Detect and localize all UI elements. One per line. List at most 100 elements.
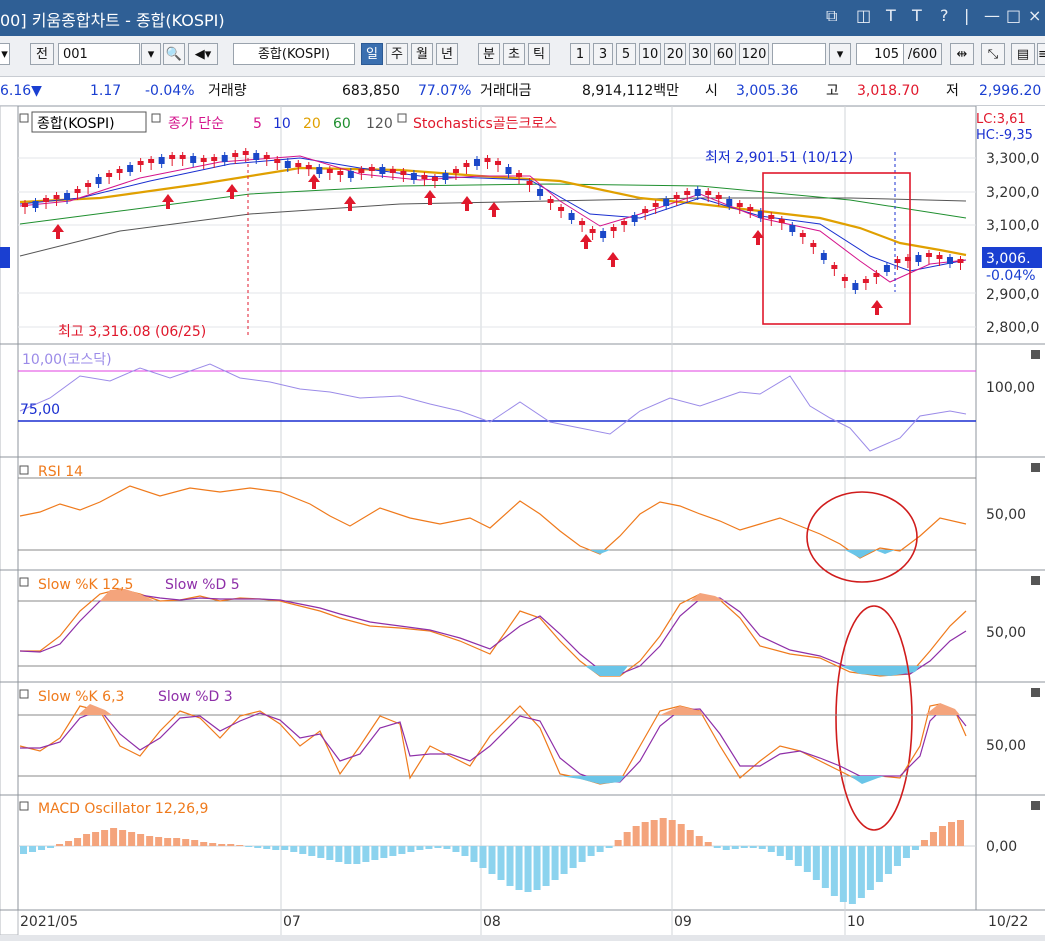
candle-body xyxy=(158,157,165,164)
candle-body xyxy=(127,165,134,172)
period-day-button[interactable]: 일 xyxy=(361,43,383,65)
stoch2-title-k: Slow %K 6,3 xyxy=(38,689,124,705)
separator-icon: | xyxy=(964,6,970,25)
candle-body xyxy=(652,203,659,207)
current-price: 6.16▼ xyxy=(0,83,42,99)
macd-bar xyxy=(677,824,685,846)
stoch2-title-d: Slow %D 3 xyxy=(158,689,233,705)
candle-body xyxy=(715,195,722,199)
macd-bar xyxy=(380,846,388,858)
macd-bar xyxy=(74,838,82,846)
macd-bar xyxy=(281,846,289,850)
interval-input[interactable] xyxy=(772,43,826,65)
candle-body xyxy=(726,199,733,206)
panel-close-icon[interactable] xyxy=(1031,576,1040,585)
restore-icon[interactable]: ⧉ xyxy=(826,6,837,26)
candle-body xyxy=(473,159,480,166)
count-input[interactable]: 105 xyxy=(856,43,904,65)
search-icon[interactable]: 🔍 xyxy=(163,43,185,65)
window-title: 00] 키움종합차트 - 종합(KOSPI) xyxy=(0,11,225,30)
last-pct: -0.04% xyxy=(986,268,1036,284)
interval-30-button[interactable]: 30 xyxy=(689,43,711,65)
xaxis-last: 10/22 xyxy=(988,914,1028,930)
interval-1-button[interactable]: 1 xyxy=(570,43,590,65)
candle-body xyxy=(379,167,386,174)
macd-bar xyxy=(947,822,955,846)
interval-dropdown-icon[interactable]: ▾ xyxy=(829,43,851,65)
candle-body xyxy=(621,221,628,225)
period-month-button[interactable]: 월 xyxy=(411,43,433,65)
code-input[interactable]: 001 xyxy=(58,43,140,65)
candle-body xyxy=(43,198,50,202)
interval-10-button[interactable]: 10 xyxy=(639,43,661,65)
tile-icon[interactable]: ◫ xyxy=(856,6,871,25)
candle-body xyxy=(316,167,323,174)
name-display[interactable]: 종합(KOSPI) xyxy=(233,43,355,65)
question-icon[interactable]: ? xyxy=(940,6,949,25)
legend-ma-60: 60 xyxy=(333,116,351,132)
candle-body xyxy=(389,169,396,173)
more-icon[interactable]: ≡ xyxy=(1037,43,1045,65)
candle-body xyxy=(526,181,533,185)
maximize-icon[interactable]: □ xyxy=(1006,6,1021,25)
low-value: 2,996.20 xyxy=(979,83,1042,99)
interval-3-button[interactable]: 3 xyxy=(593,43,613,65)
period-tick-button[interactable]: 틱 xyxy=(528,43,550,65)
prefix-button[interactable]: 전 xyxy=(30,43,54,65)
save-icon[interactable]: ▤ xyxy=(1011,43,1035,65)
macd-bar xyxy=(866,846,874,890)
candle-body xyxy=(232,153,239,157)
macd-bar xyxy=(524,846,532,892)
macd-bar xyxy=(290,846,298,852)
candle-body xyxy=(631,215,638,222)
period-second-button[interactable]: 초 xyxy=(503,43,525,65)
left-price-tag xyxy=(0,247,10,268)
panel-close-icon[interactable] xyxy=(1031,801,1040,810)
candle-body xyxy=(862,279,869,283)
crosshair-icon[interactable]: ⇹ xyxy=(950,43,974,65)
candle-body xyxy=(263,155,270,159)
candle-body xyxy=(169,155,176,159)
sound-icon[interactable]: ◀▾ xyxy=(188,43,218,65)
low-label: 저 xyxy=(946,83,959,99)
candle-body xyxy=(410,173,417,180)
close-icon[interactable]: × xyxy=(1028,6,1041,25)
macd-bar xyxy=(830,846,838,896)
help-icon[interactable]: T xyxy=(912,6,922,25)
candle-body xyxy=(64,193,71,200)
chart-area[interactable]: 최고 3,316.08 (06/25) 최저 2,901.51 (10/12) … xyxy=(0,106,1045,935)
candle-body xyxy=(106,173,113,177)
macd-bar xyxy=(560,846,568,874)
candle-body xyxy=(663,199,670,206)
macd-bar xyxy=(425,846,433,849)
candle-body xyxy=(841,277,848,281)
candle-body xyxy=(946,257,953,264)
candle-body xyxy=(957,259,964,263)
panel-close-icon[interactable] xyxy=(1031,350,1040,359)
macd-bar xyxy=(353,846,361,864)
stoch1-title-d: Slow %D 5 xyxy=(165,577,240,593)
period-minute-button[interactable]: 분 xyxy=(478,43,500,65)
interval-20-button[interactable]: 20 xyxy=(664,43,686,65)
macd-bar xyxy=(344,846,352,864)
macd-bar xyxy=(623,832,631,846)
period-year-button[interactable]: 년 xyxy=(436,43,458,65)
candle-body xyxy=(568,213,575,220)
macd-bar xyxy=(749,846,757,848)
macd-bar xyxy=(479,846,487,868)
panel-close-icon[interactable] xyxy=(1031,688,1040,697)
interval-5-button[interactable]: 5 xyxy=(616,43,636,65)
period-week-button[interactable]: 주 xyxy=(386,43,408,65)
macd-bar xyxy=(875,846,883,882)
dropdown-arrow-icon[interactable]: ▾ xyxy=(0,43,10,65)
minimize-icon[interactable]: — xyxy=(984,6,1000,25)
macd-bar xyxy=(308,846,316,856)
quote-bar: 6.16▼ 1.17 -0.04% 거래량 683,850 77.07% 거래대… xyxy=(0,77,1045,106)
drawing-icon[interactable]: ⤡ xyxy=(981,43,1005,65)
font-icon[interactable]: T xyxy=(886,6,896,25)
candle-body xyxy=(547,199,554,203)
code-dropdown-icon[interactable]: ▾ xyxy=(141,43,161,65)
interval-120-button[interactable]: 120 xyxy=(739,43,769,65)
panel-close-icon[interactable] xyxy=(1031,463,1040,472)
interval-60-button[interactable]: 60 xyxy=(714,43,736,65)
